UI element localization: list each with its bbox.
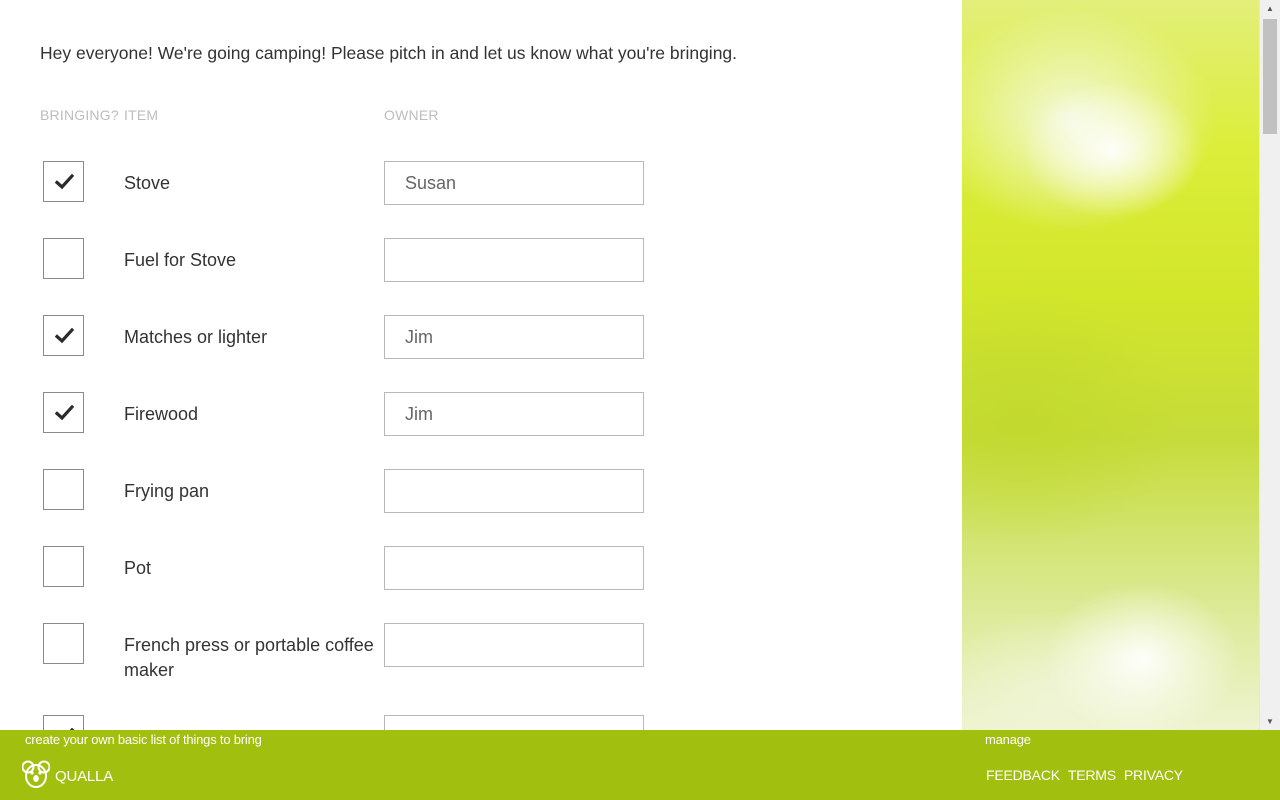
item-label: Stove <box>124 173 171 193</box>
bringing-checkbox[interactable] <box>43 161 84 202</box>
list-item: Pot <box>0 546 962 623</box>
bringing-checkbox[interactable] <box>43 469 84 510</box>
check-icon <box>55 328 74 344</box>
create-list-link[interactable]: create your own basic list of things to … <box>25 732 262 747</box>
feedback-link[interactable]: FEEDBACK <box>986 767 1060 783</box>
owner-input[interactable] <box>384 623 644 667</box>
owner-input[interactable] <box>384 315 644 359</box>
bringing-checkbox[interactable] <box>43 546 84 587</box>
item-label: Pot <box>124 558 152 578</box>
owner-input[interactable] <box>384 392 644 436</box>
scrollbar-thumb[interactable] <box>1263 19 1277 134</box>
bringing-checkbox[interactable] <box>43 623 84 664</box>
item-label: Frying pan <box>124 481 210 501</box>
list-item: Firewood <box>0 392 962 469</box>
owner-input[interactable] <box>384 238 644 282</box>
list-item: Matches or lighter <box>0 315 962 392</box>
scroll-up-arrow-icon[interactable]: ▲ <box>1260 0 1280 17</box>
footer-bar: create your own basic list of things to … <box>0 730 1280 800</box>
owner-input[interactable] <box>384 469 644 513</box>
check-icon <box>55 405 74 421</box>
terms-link[interactable]: TERMS <box>1068 767 1116 783</box>
manage-link[interactable]: manage <box>985 732 1031 747</box>
intro-text: Hey everyone! We're going camping! Pleas… <box>40 43 738 63</box>
privacy-link[interactable]: PRIVACY <box>1124 767 1183 783</box>
owner-input[interactable] <box>384 161 644 205</box>
bringing-checkbox[interactable] <box>43 238 84 279</box>
scroll-down-arrow-icon[interactable]: ▼ <box>1260 713 1280 730</box>
bringing-checkbox[interactable] <box>43 315 84 356</box>
vertical-scrollbar[interactable]: ▲ ▼ <box>1259 0 1280 730</box>
bringing-checkbox[interactable] <box>43 392 84 433</box>
item-label: Fuel for Stove <box>124 250 237 270</box>
list-item: Stove <box>0 161 962 238</box>
koala-logo-icon <box>21 759 51 794</box>
content-area: Hey everyone! We're going camping! Pleas… <box>0 0 962 730</box>
list-item: Fuel for Stove <box>0 238 962 315</box>
list-item: French press or portable coffee maker <box>0 623 962 700</box>
brand-name: QUALLA <box>55 767 113 785</box>
decorative-leaf-image <box>962 0 1259 730</box>
column-header-item: ITEM <box>124 107 159 123</box>
item-label: French press or portable coffee maker <box>124 635 374 680</box>
owner-input[interactable] <box>384 715 644 730</box>
list-item <box>0 715 962 730</box>
footer-links: FEEDBACK TERMS PRIVACY <box>986 767 1183 783</box>
bringing-checkbox[interactable] <box>43 715 84 730</box>
list-item: Frying pan <box>0 469 962 546</box>
owner-input[interactable] <box>384 546 644 590</box>
item-label: Matches or lighter <box>124 327 268 347</box>
column-header-bringing: BRINGING? <box>40 107 119 123</box>
column-header-owner: OWNER <box>384 107 439 123</box>
item-label: Firewood <box>124 404 199 424</box>
brand-logo[interactable]: QUALLA <box>21 759 113 794</box>
check-icon <box>55 174 74 190</box>
